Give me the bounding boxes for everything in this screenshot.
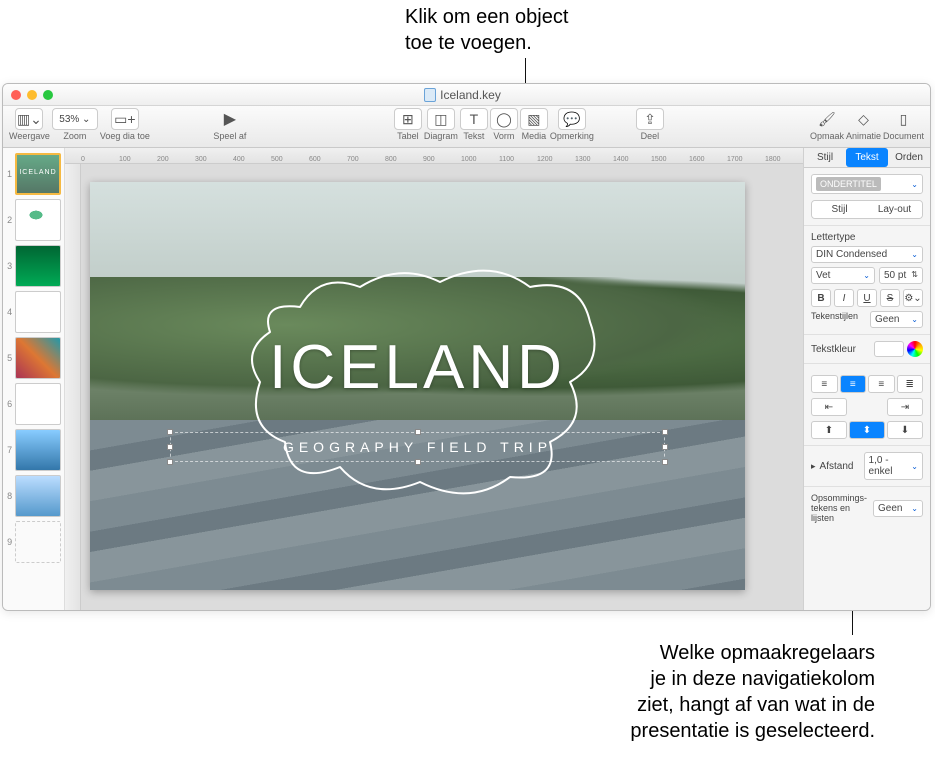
zoom-window-button[interactable]: [43, 90, 53, 100]
vertical-ruler: [65, 164, 81, 610]
document-inspector-button[interactable]: ▯Document: [883, 108, 924, 141]
color-picker-button[interactable]: [907, 341, 923, 357]
slide-title[interactable]: ICELAND: [90, 332, 745, 403]
bullets-label: Opsommings- tekens en lijsten: [811, 493, 869, 523]
horizontal-ruler: 0100200300400500600700800900100011001200…: [65, 148, 803, 164]
bullets-dropdown[interactable]: Geen⌄: [873, 500, 923, 517]
alignment-section: ≡ ≡ ≡ ≣ ⇤ ⇥ ⬆ ⬍ ⬇: [804, 364, 930, 446]
content-area: 1 ICELAND 2 3 4 5 6 7 8 9 01002003004005…: [3, 148, 930, 610]
vertical-align-buttons: ⬆ ⬍ ⬇: [811, 421, 923, 439]
bold-button[interactable]: B: [811, 289, 831, 307]
subtab-style[interactable]: Stijl: [812, 201, 867, 218]
subtab-layout[interactable]: Lay-out: [867, 201, 922, 218]
slide-canvas[interactable]: ICELAND GEOGRAPHY FIELD TRIP: [65, 164, 803, 610]
play-button[interactable]: ▶Speel af: [212, 108, 248, 141]
callout-bottom-text: Welke opmaakregelaars je in deze navigat…: [425, 640, 875, 744]
text-color-section: Tekstkleur: [804, 335, 930, 364]
text-styles-label: Tekenstijlen: [811, 311, 866, 328]
slide-subtitle-textbox[interactable]: GEOGRAPHY FIELD TRIP: [170, 432, 665, 462]
slide-thumb-3[interactable]: [15, 245, 61, 287]
paragraph-style-dropdown[interactable]: ONDERTITEL ⌄: [811, 174, 923, 194]
window-controls: [11, 90, 53, 100]
text-color-well[interactable]: [874, 341, 904, 357]
insert-table-button[interactable]: ⊞Tabel: [394, 108, 422, 141]
share-button[interactable]: ⇪Deel: [636, 108, 664, 141]
underline-button[interactable]: U: [857, 289, 877, 307]
format-inspector-button[interactable]: 🖌Opmaak: [810, 108, 844, 141]
slide[interactable]: ICELAND GEOGRAPHY FIELD TRIP: [90, 182, 745, 590]
document-name: Iceland.key: [440, 88, 501, 102]
indent-buttons: ⇤ ⇥: [811, 398, 923, 416]
format-inspector: Stijl Tekst Orden ONDERTITEL ⌄ Stijl Lay…: [803, 148, 930, 610]
slide-navigator[interactable]: 1 ICELAND 2 3 4 5 6 7 8 9: [3, 148, 65, 610]
insert-text-button[interactable]: TTekst: [460, 108, 488, 141]
animate-inspector-button[interactable]: ◇Animatie: [846, 108, 881, 141]
canvas-area: 0100200300400500600700800900100011001200…: [65, 148, 803, 610]
slide-thumb-1[interactable]: ICELAND: [15, 153, 61, 195]
spacing-section: ▸ Afstand 1,0 - enkel⌄: [804, 446, 930, 487]
slide-thumb-2[interactable]: [15, 199, 61, 241]
inspector-tabs: Stijl Tekst Orden: [804, 148, 930, 168]
insert-chart-button[interactable]: ◫Diagram: [424, 108, 458, 141]
comment-button[interactable]: 💬Opmerking: [550, 108, 594, 141]
minimize-window-button[interactable]: [27, 90, 37, 100]
indent-button[interactable]: ⇥: [887, 398, 923, 416]
slide-thumb-7[interactable]: [15, 429, 61, 471]
callout-top-text: Klik om een object toe te voegen.: [405, 4, 705, 56]
document-title: Iceland.key: [424, 88, 501, 102]
text-color-label: Tekstkleur: [811, 344, 856, 355]
valign-bottom-button[interactable]: ⬇: [887, 421, 923, 439]
slide-thumb-5[interactable]: [15, 337, 61, 379]
bullets-section: Opsommings- tekens en lijsten Geen⌄: [804, 487, 930, 529]
tab-style[interactable]: Stijl: [804, 148, 846, 167]
align-left-button[interactable]: ≡: [811, 375, 838, 393]
close-window-button[interactable]: [11, 90, 21, 100]
advanced-font-button[interactable]: ⚙⌄: [903, 289, 923, 307]
insert-shape-button[interactable]: ◯Vorm: [490, 108, 518, 141]
horizontal-align-buttons: ≡ ≡ ≡ ≣: [811, 375, 923, 393]
font-size-field[interactable]: 50 pt⇅: [879, 267, 923, 284]
font-family-dropdown[interactable]: DIN Condensed⌄: [811, 246, 923, 263]
align-justify-button[interactable]: ≣: [897, 375, 924, 393]
toolbar: ▥⌄Weergave 53% ⌄Zoom ▭+Voeg dia toe ▶Spe…: [3, 106, 930, 148]
chevron-down-icon: ⌄: [911, 180, 918, 189]
add-slide-button[interactable]: ▭+Voeg dia toe: [100, 108, 150, 141]
valign-top-button[interactable]: ⬆: [811, 421, 847, 439]
font-style-buttons: B I U S ⚙⌄: [811, 289, 923, 307]
slide-subtitle-text: GEOGRAPHY FIELD TRIP: [283, 439, 552, 455]
app-window: Iceland.key ▥⌄Weergave 53% ⌄Zoom ▭+Voeg …: [2, 83, 931, 611]
valign-middle-button[interactable]: ⬍: [849, 421, 885, 439]
zoom-button[interactable]: 53% ⌄Zoom: [52, 108, 98, 141]
paragraph-style-section: ONDERTITEL ⌄ Stijl Lay-out: [804, 168, 930, 226]
text-styles-dropdown[interactable]: Geen⌄: [870, 311, 923, 328]
font-section: Lettertype DIN Condensed⌄ Vet⌄ 50 pt⇅ B …: [804, 226, 930, 335]
slide-thumb-4[interactable]: [15, 291, 61, 333]
document-icon: [424, 88, 436, 102]
view-button[interactable]: ▥⌄Weergave: [9, 108, 50, 141]
spacing-dropdown[interactable]: 1,0 - enkel⌄: [864, 452, 923, 480]
font-section-label: Lettertype: [811, 232, 923, 243]
strikethrough-button[interactable]: S: [880, 289, 900, 307]
style-layout-segment: Stijl Lay-out: [811, 200, 923, 219]
italic-button[interactable]: I: [834, 289, 854, 307]
spacing-label: Afstand: [820, 461, 860, 472]
slide-thumb-6[interactable]: [15, 383, 61, 425]
titlebar: Iceland.key: [3, 84, 930, 106]
insert-media-button[interactable]: ▧Media: [520, 108, 548, 141]
outdent-button[interactable]: ⇤: [811, 398, 847, 416]
tab-arrange[interactable]: Orden: [888, 148, 930, 167]
slide-thumb-8[interactable]: [15, 475, 61, 517]
slide-thumb-9[interactable]: [15, 521, 61, 563]
align-right-button[interactable]: ≡: [868, 375, 895, 393]
tab-text[interactable]: Tekst: [846, 148, 888, 167]
font-weight-dropdown[interactable]: Vet⌄: [811, 267, 875, 284]
align-center-button[interactable]: ≡: [840, 375, 867, 393]
